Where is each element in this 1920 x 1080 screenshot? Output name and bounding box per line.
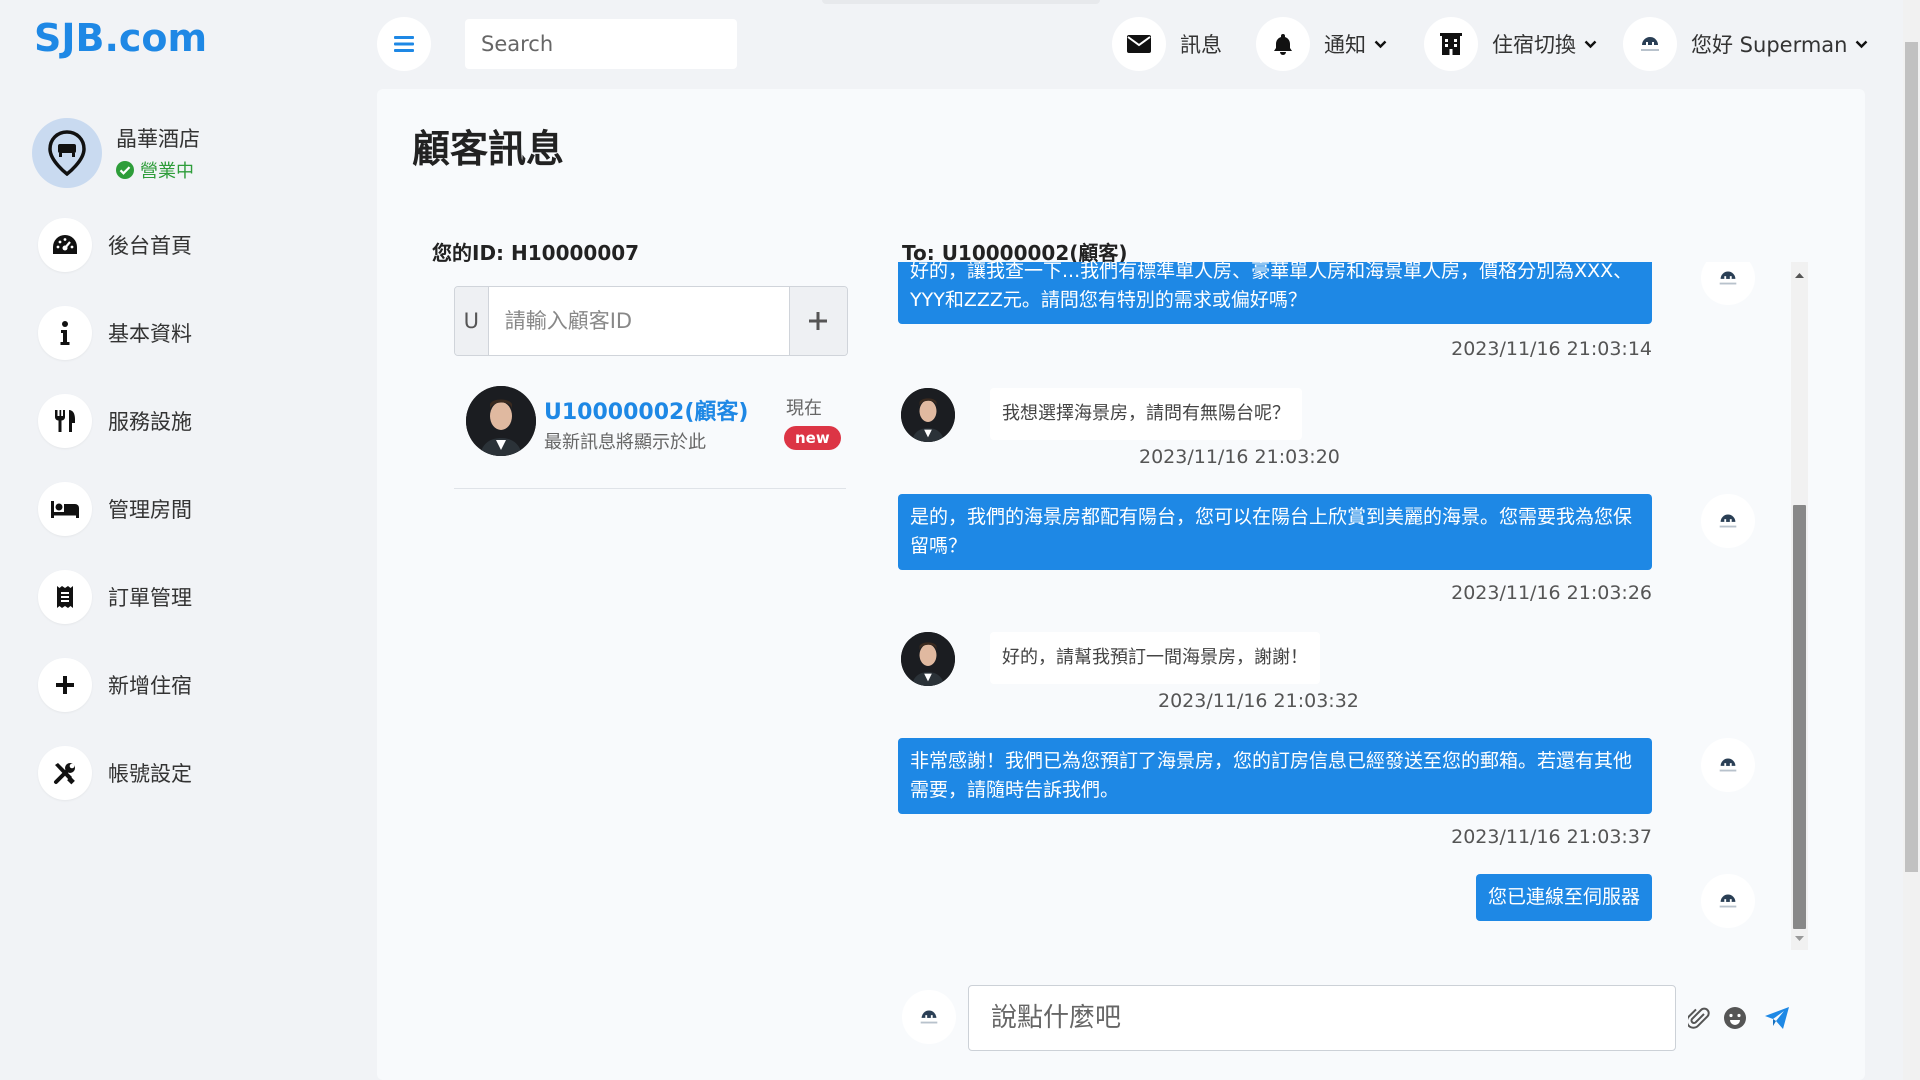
envelope-icon (1112, 17, 1166, 71)
hotel-location-icon (32, 118, 102, 188)
message-timestamp: 2023/11/16 21:03:32 (1158, 690, 1359, 712)
sidebar-item-label: 後台首頁 (108, 234, 192, 258)
chevron-down-icon (1855, 40, 1868, 49)
hamburger-icon (394, 36, 414, 52)
sidebar-item-label: 帳號設定 (108, 762, 192, 786)
id-prefix: U (455, 287, 489, 355)
message-timestamp: 2023/11/16 21:03:14 (1451, 338, 1652, 360)
sidebar-nav: 後台首頁 基本資料 服務設施 管理房間 訂單管理 新增住宿 帳號設定 (38, 218, 192, 834)
sidebar-item-label: 服務設施 (108, 410, 192, 434)
messages-menu[interactable]: 訊息 (1112, 17, 1222, 71)
chevron-down-icon (1584, 40, 1597, 49)
sidebar-item-orders[interactable]: 訂單管理 (38, 570, 192, 624)
hotel-logo-avatar (1701, 738, 1755, 792)
sidebar-item-dashboard[interactable]: 後台首頁 (38, 218, 192, 272)
contact-preview: 最新訊息將顯示於此 (544, 432, 706, 453)
hotel-name: 晶華酒店 (116, 127, 200, 151)
sidebar-item-label: 管理房間 (108, 498, 192, 522)
message-timestamp: 2023/11/16 21:03:37 (1451, 826, 1652, 848)
chat-message-outgoing: 非常感謝！我們已為您預訂了海景房，您的訂房信息已經發送至您的郵箱。若還有其他需要… (898, 738, 1652, 814)
message-timestamp: 2023/11/16 21:03:20 (1139, 446, 1340, 468)
hotel-logo-avatar (902, 990, 956, 1044)
scroll-up-arrow-icon (1795, 273, 1804, 278)
sidebar-item-label: 新增住宿 (108, 674, 192, 698)
add-customer-button[interactable] (788, 287, 847, 355)
menu-toggle-button[interactable] (377, 17, 431, 71)
sidebar-item-rooms[interactable]: 管理房間 (38, 482, 192, 536)
search-input[interactable] (465, 19, 737, 69)
lodging-switch-label: 住宿切換 (1492, 33, 1576, 57)
contact-time: 現在 (786, 398, 822, 419)
sidebar-item-basic-info[interactable]: 基本資料 (38, 306, 192, 360)
plus-icon (38, 658, 92, 712)
utensils-icon (38, 394, 92, 448)
customer-id-input[interactable] (488, 287, 789, 355)
avatar (466, 386, 536, 456)
hotel-logo-avatar (1701, 874, 1755, 928)
user-menu[interactable]: 您好 Superman (1623, 17, 1868, 71)
lodging-switch-menu[interactable]: 住宿切換 (1424, 17, 1597, 71)
messages-label: 訊息 (1180, 33, 1222, 57)
contact-list-item[interactable]: U10000002(顧客) 最新訊息將顯示於此 現在 new (454, 378, 846, 489)
page-scrollbar-thumb[interactable] (1905, 42, 1918, 872)
sidebar-item-facilities[interactable]: 服務設施 (38, 394, 192, 448)
hotel-logo-avatar (1701, 262, 1755, 305)
hotel-status: 營業中 (116, 157, 200, 183)
my-id-label: 您的ID: H10000007 (432, 241, 640, 265)
chevron-down-icon (1374, 40, 1387, 49)
message-input[interactable] (968, 985, 1676, 1051)
chat-message-outgoing: 您已連線至伺服器 (1475, 874, 1652, 921)
contact-name: U10000002(顧客) (544, 400, 749, 425)
hotel-card: 晶華酒店 營業中 (32, 118, 200, 188)
tools-icon (38, 746, 92, 800)
hotel-logo-avatar (1623, 17, 1677, 71)
chat-scrollbar-thumb[interactable] (1793, 505, 1806, 929)
scroll-down-arrow-icon (1795, 936, 1804, 941)
brand-logo[interactable]: SJB.com (34, 16, 207, 60)
notifications-label: 通知 (1324, 33, 1366, 57)
send-icon[interactable] (1762, 1003, 1792, 1033)
avatar (901, 632, 955, 686)
check-circle-icon (116, 161, 134, 179)
bed-icon (38, 482, 92, 536)
sidebar: SJB.com 晶華酒店 營業中 後台首頁 基本資料 服務設施 管理房間 訂單管… (0, 0, 343, 1080)
chat-message-incoming: 我想選擇海景房，請問有無陽台呢？ (990, 388, 1302, 440)
notifications-menu[interactable]: 通知 (1256, 17, 1387, 71)
dashboard-icon (38, 218, 92, 272)
top-notch (822, 0, 1100, 4)
sidebar-item-label: 基本資料 (108, 322, 192, 346)
info-icon (38, 306, 92, 360)
plus-icon (809, 312, 828, 330)
message-timestamp: 2023/11/16 21:03:26 (1451, 582, 1652, 604)
hotel-logo-avatar (1701, 494, 1755, 548)
chat-message-area[interactable]: 好的，讓我查一下...我們有標準單人房、豪華單人房和海景單人房，價格分別為XXX… (895, 262, 1790, 950)
receipt-icon (38, 570, 92, 624)
bell-icon (1256, 17, 1310, 71)
avatar (901, 388, 955, 442)
sidebar-item-add-lodging[interactable]: 新增住宿 (38, 658, 192, 712)
page-title: 顧客訊息 (412, 127, 565, 171)
hotel-building-icon (1424, 17, 1478, 71)
chat-message-outgoing: 是的，我們的海景房都配有陽台，您可以在陽台上欣賞到美麗的海景。您需要我為您保留嗎… (898, 494, 1652, 570)
customer-id-input-group: U (454, 286, 848, 356)
chat-message-incoming: 好的，請幫我預訂一間海景房，謝謝！ (990, 632, 1320, 684)
user-greeting: 您好 Superman (1691, 33, 1848, 57)
sidebar-item-label: 訂單管理 (108, 586, 192, 610)
sidebar-item-account-settings[interactable]: 帳號設定 (38, 746, 192, 800)
emoji-icon[interactable] (1720, 1003, 1750, 1033)
chat-message-outgoing: 好的，讓我查一下...我們有標準單人房、豪華單人房和海景單人房，價格分別為XXX… (898, 262, 1652, 324)
new-badge: new (784, 426, 841, 450)
paperclip-icon[interactable] (1684, 1003, 1714, 1033)
hotel-status-label: 營業中 (140, 161, 194, 182)
